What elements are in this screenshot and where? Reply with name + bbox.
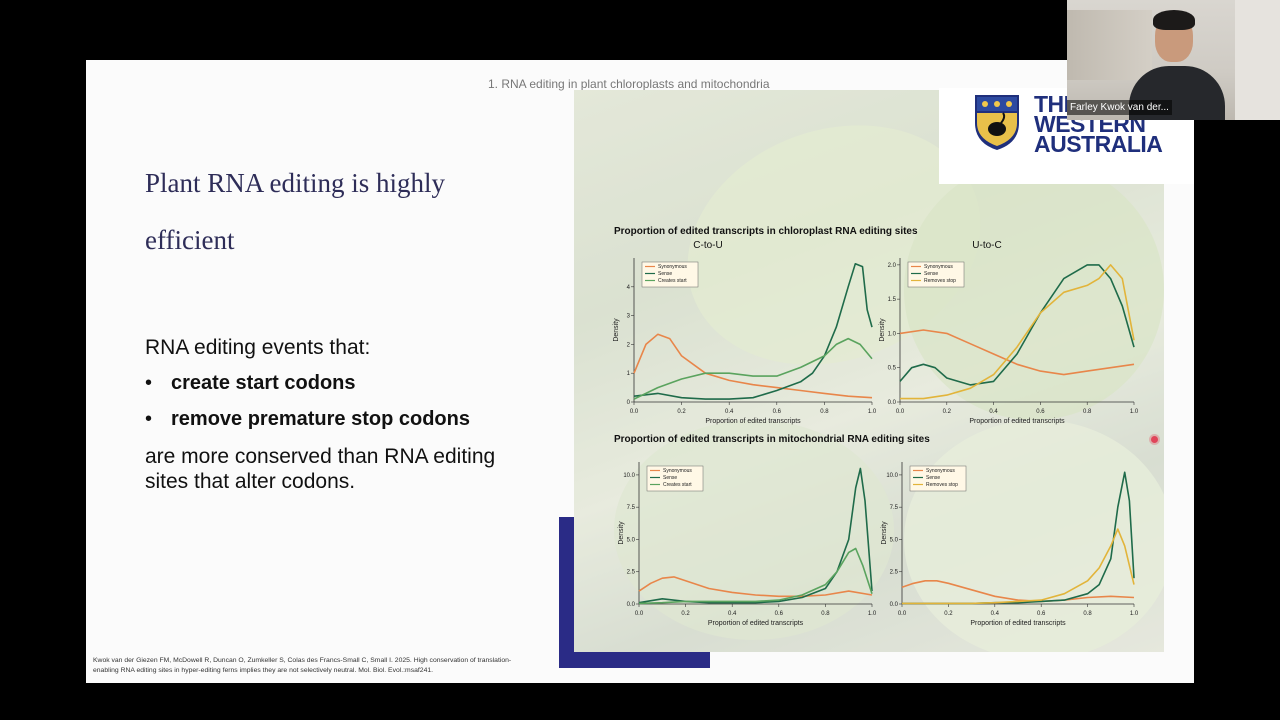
slide: 1. RNA editing in plant chloroplasts and…	[86, 60, 1194, 683]
x-tick-label: 0.6	[775, 611, 784, 617]
y-tick-label: 2.0	[888, 263, 897, 269]
legend-label: Synonymous	[658, 264, 687, 270]
x-tick-label: 0.4	[728, 611, 737, 617]
y-tick-label: 0.0	[890, 602, 899, 608]
x-tick-label: 0.8	[820, 409, 829, 415]
participant-hair	[1153, 10, 1195, 30]
legend-label: Sense	[663, 475, 677, 481]
x-axis-label: Proportion of edited transcripts	[969, 418, 1065, 425]
y-tick-label: 5.0	[890, 537, 899, 543]
x-axis-label: Proportion of edited transcripts	[970, 620, 1066, 627]
y-tick-label: 2	[627, 342, 631, 348]
y-tick-label: 1	[627, 371, 631, 377]
y-tick-label: 2.5	[627, 570, 636, 576]
video-background-shelf	[1067, 10, 1152, 80]
body-lead-text: RNA editing events that:	[145, 336, 371, 359]
bullet-dot-icon: •	[145, 408, 153, 430]
legend-label: Removes stop	[926, 482, 958, 488]
y-tick-label: 4	[627, 285, 631, 291]
y-axis-label: Density	[613, 318, 620, 342]
y-tick-label: 10.0	[886, 473, 898, 479]
x-tick-label: 1.0	[1130, 611, 1139, 617]
x-tick-label: 0.8	[1083, 409, 1092, 415]
legend-label: Sense	[926, 475, 940, 481]
x-tick-label: 0.0	[898, 611, 907, 617]
x-tick-label: 0.8	[821, 611, 830, 617]
legend-label: Sense	[924, 271, 938, 277]
y-tick-label: 0.0	[888, 400, 897, 406]
bullet-dot-icon: •	[145, 372, 153, 394]
y-axis-label: Density	[881, 521, 888, 545]
section-header: 1. RNA editing in plant chloroplasts and…	[488, 77, 770, 91]
crest-icon	[975, 95, 1019, 150]
x-tick-label: 0.2	[677, 409, 686, 415]
y-tick-label: 0.5	[888, 366, 897, 372]
legend-label: Synonymous	[663, 468, 692, 474]
y-tick-label: 5.0	[627, 537, 636, 543]
x-tick-label: 0.6	[1037, 611, 1046, 617]
series-line	[638, 576, 873, 598]
y-tick-label: 3	[627, 314, 631, 320]
x-tick-label: 0.2	[681, 611, 690, 617]
y-axis-label: Density	[618, 521, 625, 545]
chart-section-title: Proportion of edited transcripts in chlo…	[614, 226, 918, 237]
bullet-label: create start codons	[171, 372, 356, 394]
x-tick-label: 0.8	[1083, 611, 1092, 617]
x-tick-label: 0.6	[773, 409, 782, 415]
x-tick-label: 0.2	[943, 409, 952, 415]
legend-label: Creates start	[663, 482, 692, 488]
y-tick-label: 0.0	[627, 602, 636, 608]
chart-title: C-to-U	[693, 240, 722, 251]
x-tick-label: 0.0	[896, 409, 905, 415]
x-tick-label: 0.6	[1036, 409, 1045, 415]
x-tick-label: 1.0	[868, 611, 877, 617]
x-tick-label: 0.0	[635, 611, 644, 617]
series-line	[902, 471, 1135, 605]
x-tick-label: 0.4	[991, 611, 1000, 617]
legend-label: Removes stop	[924, 278, 956, 284]
x-tick-label: 0.2	[944, 611, 953, 617]
x-tick-label: 0.4	[989, 409, 998, 415]
participant-video-tile[interactable]: Farley Kwok van der...	[1067, 0, 1280, 120]
x-tick-label: 1.0	[1130, 409, 1139, 415]
legend-label: Synonymous	[924, 264, 953, 270]
chart-title: U-to-C	[972, 240, 1001, 251]
y-tick-label: 10.0	[623, 473, 635, 479]
y-tick-label: 1.0	[888, 331, 897, 337]
y-tick-label: 7.5	[627, 505, 636, 511]
x-tick-label: 0.0	[630, 409, 639, 415]
bullet-label: remove premature stop codons	[171, 408, 470, 430]
citation: Kwok van der Giezen FM, McDowell R, Dunc…	[93, 657, 512, 674]
bullet-item: • create start codons	[145, 372, 356, 395]
legend-label: Sense	[658, 271, 672, 277]
legend-label: Creates start	[658, 278, 687, 284]
slide-title: Plant RNA editing is highly efficient	[145, 168, 446, 255]
participant-name-label: Farley Kwok van der...	[1067, 100, 1172, 115]
chart-section-title: Proportion of edited transcripts in mito…	[614, 434, 930, 445]
laser-pointer-dot	[1151, 436, 1158, 443]
series-line	[633, 337, 873, 400]
video-background-door	[1235, 0, 1280, 120]
y-tick-label: 7.5	[890, 505, 899, 511]
legend-label: Synonymous	[926, 468, 955, 474]
x-tick-label: 0.4	[725, 409, 734, 415]
logo-line: AUSTRALIA	[1034, 131, 1163, 157]
x-axis-label: Proportion of edited transcripts	[708, 620, 804, 627]
x-axis-label: Proportion of edited transcripts	[705, 418, 801, 425]
bullet-item: • remove premature stop codons	[145, 408, 470, 431]
series-line	[902, 528, 1135, 605]
body-tail-text: are more conserved than RNA editing site…	[145, 445, 496, 493]
y-tick-label: 0	[627, 400, 631, 406]
y-tick-label: 2.5	[890, 570, 899, 576]
x-tick-label: 1.0	[868, 409, 877, 415]
y-axis-label: Density	[879, 318, 886, 342]
y-tick-label: 1.5	[888, 297, 897, 303]
